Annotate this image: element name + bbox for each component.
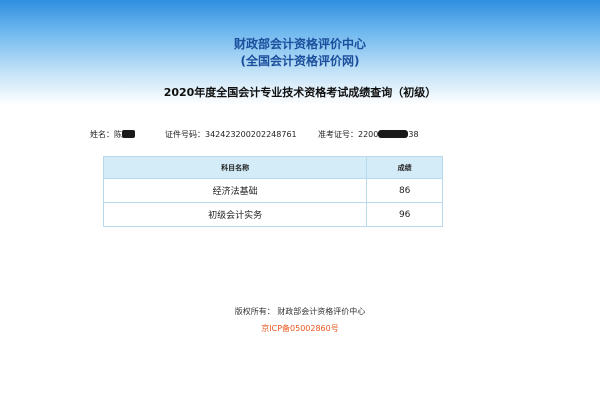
name-value: 陈 (114, 130, 122, 139)
column-header-subject: 科目名称 (102, 156, 368, 179)
candidate-id: 证件号码：342423200202248761 (165, 129, 297, 140)
id-value: 342423200202248761 (205, 130, 297, 139)
name-label: 姓名： (90, 130, 114, 139)
column-header-score: 成绩 (366, 156, 443, 179)
score-query-page: 财政部会计资格评价中心 (全国会计资格评价网) 2020年度全国会计专业技术资格… (0, 0, 600, 400)
candidate-ticket: 准考证号：2200 38 (318, 129, 419, 140)
org-name: 财政部会计资格评价中心 (233, 37, 366, 51)
table-row: 经济法基础 86 (102, 178, 443, 203)
page-title: 2020年度全国会计专业技术资格考试成绩查询（初级） (163, 86, 437, 99)
score-cell: 86 (366, 178, 443, 203)
score-table: 科目名称 成绩 经济法基础 86 初级会计实务 96 (102, 156, 443, 227)
table-row: 初级会计实务 96 (102, 202, 443, 227)
redaction-mark (378, 130, 409, 138)
site-header: 财政部会计资格评价中心 (全国会计资格评价网) (0, 36, 600, 70)
subject-cell: 经济法基础 (102, 178, 368, 203)
table-header-row: 科目名称 成绩 (102, 156, 443, 179)
site-name: (全国会计资格评价网) (240, 54, 360, 68)
copyright-text: 版权所有： 财政部会计资格评价中心 (234, 307, 366, 316)
ticket-prefix: 2200 (358, 130, 379, 139)
redaction-mark (122, 130, 135, 138)
candidate-name: 姓名：陈 (90, 129, 135, 140)
subject-cell: 初级会计实务 (102, 202, 368, 227)
icp-link[interactable]: 京ICP备05002860号 (0, 323, 600, 334)
score-cell: 96 (366, 202, 443, 227)
id-label: 证件号码： (165, 130, 205, 139)
ticket-label: 准考证号： (318, 130, 358, 139)
ticket-suffix: 38 (408, 130, 419, 139)
